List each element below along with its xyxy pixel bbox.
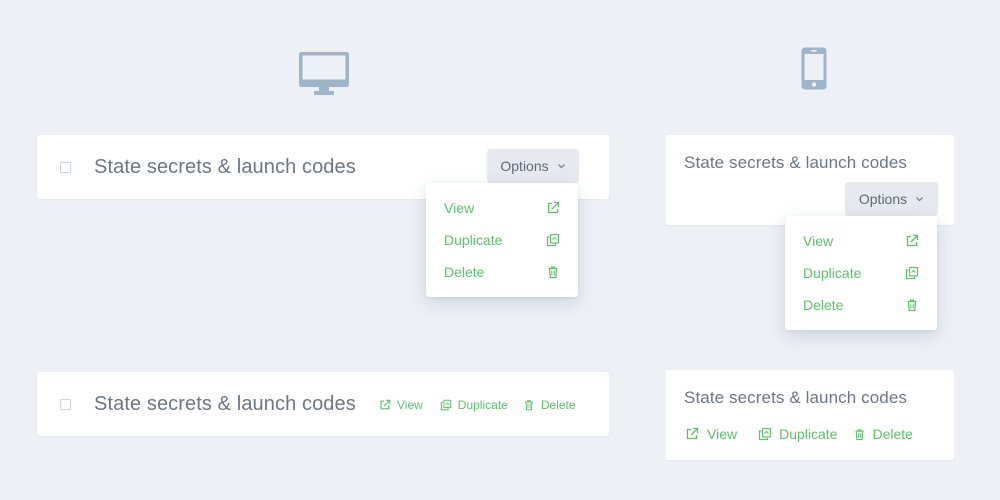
action-label: Delete	[540, 398, 576, 412]
options-dropdown-menu: View Duplicate Delete	[785, 216, 937, 330]
menu-item-view[interactable]: View	[785, 225, 937, 257]
menu-item-label: Duplicate	[803, 265, 862, 281]
chevron-down-icon	[916, 197, 924, 202]
menu-item-label: Delete	[803, 297, 844, 313]
copy-icon	[758, 427, 772, 441]
view-action[interactable]: View	[379, 398, 423, 412]
view-action[interactable]: View	[685, 426, 737, 442]
external-link-icon	[380, 399, 391, 410]
mobile-list-item-card: State secrets & launch codes Options	[665, 135, 954, 225]
external-link-icon	[906, 234, 919, 247]
smartphone-icon	[801, 47, 827, 90]
menu-item-duplicate[interactable]: Duplicate	[426, 224, 578, 256]
options-button[interactable]: Options	[845, 182, 938, 216]
options-label: Options	[500, 158, 549, 174]
copy-icon	[440, 399, 452, 411]
desktop-monitor-icon	[299, 52, 349, 95]
duplicate-action[interactable]: Duplicate	[440, 398, 508, 412]
item-title: State secrets & launch codes	[684, 153, 907, 172]
item-title: State secrets & launch codes	[94, 156, 356, 178]
action-label: View	[707, 426, 738, 442]
trash-icon	[855, 428, 865, 440]
action-label: Duplicate	[457, 398, 508, 412]
inline-actions: View Duplicate Delete	[379, 398, 576, 412]
menu-item-label: Delete	[444, 264, 485, 280]
action-label: Delete	[872, 426, 913, 442]
menu-item-label: View	[444, 200, 475, 216]
trash-icon	[907, 299, 917, 312]
desktop-list-item-card-inline: State secrets & launch codes View Duplic…	[37, 372, 609, 436]
options-button[interactable]: Options	[487, 149, 579, 183]
menu-item-view[interactable]: View	[426, 192, 578, 224]
item-title: State secrets & launch codes	[94, 393, 356, 415]
inline-actions: View Duplicate Delete	[685, 426, 913, 442]
menu-item-label: View	[803, 233, 834, 249]
copy-icon	[546, 233, 560, 247]
menu-item-delete[interactable]: Delete	[785, 289, 937, 321]
trash-icon	[524, 400, 533, 411]
options-dropdown-menu: View Duplicate Delete	[426, 183, 578, 297]
mobile-list-item-card-inline: State secrets & launch codes View Duplic…	[665, 370, 954, 460]
options-label: Options	[858, 191, 908, 207]
action-label: View	[397, 398, 423, 412]
chevron-down-icon	[557, 164, 565, 169]
menu-item-delete[interactable]: Delete	[426, 256, 578, 288]
delete-action[interactable]: Delete	[853, 426, 913, 442]
item-title: State secrets & launch codes	[684, 388, 907, 407]
action-label: Duplicate	[779, 426, 838, 442]
copy-icon	[905, 266, 919, 280]
duplicate-action[interactable]: Duplicate	[758, 426, 837, 442]
delete-action[interactable]: Delete	[523, 398, 576, 412]
menu-item-duplicate[interactable]: Duplicate	[785, 257, 937, 289]
trash-icon	[548, 266, 558, 279]
external-link-icon	[686, 427, 699, 440]
menu-item-label: Duplicate	[444, 232, 503, 248]
select-checkbox[interactable]	[60, 162, 71, 173]
external-link-icon	[547, 201, 560, 214]
select-checkbox[interactable]	[60, 399, 71, 410]
